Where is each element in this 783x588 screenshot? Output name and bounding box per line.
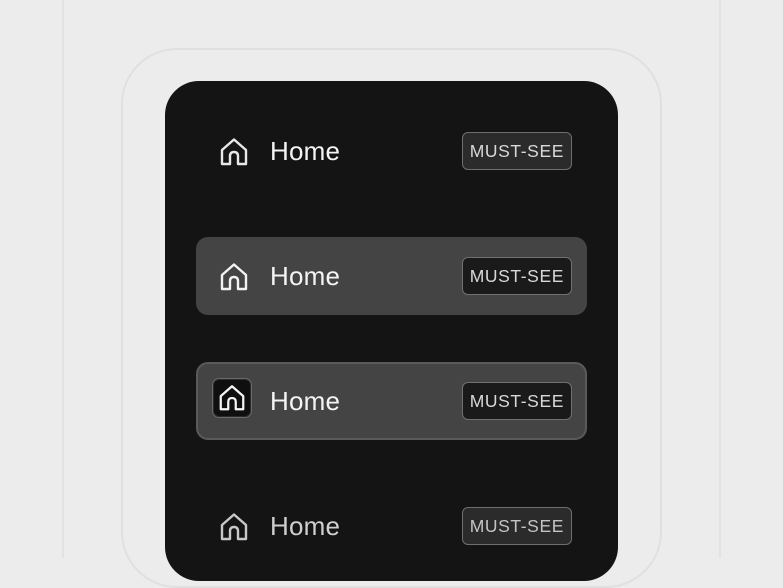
home-icon [212,378,252,418]
menu-item-home-focused[interactable]: Home MUST-SEE [196,362,587,440]
must-see-badge: MUST-SEE [461,382,572,420]
menu-item-label: Home [270,136,341,166]
home-icon [214,132,254,172]
must-see-badge: MUST-SEE [461,132,572,170]
menu-item-label: Home [270,511,341,541]
menu-item-home-disabled[interactable]: Home MUST-SEE [196,487,587,565]
menu-item-home-default[interactable]: Home MUST-SEE [196,112,587,190]
home-icon [214,507,254,547]
navigation-menu: Home MUST-SEE Home MUST-SEE Home MUST-SE… [165,81,618,581]
must-see-badge: MUST-SEE [461,507,572,545]
menu-item-label: Home [270,386,341,416]
home-icon [214,257,254,297]
must-see-badge: MUST-SEE [461,257,572,295]
menu-item-label: Home [270,261,341,291]
menu-item-home-hover[interactable]: Home MUST-SEE [196,237,587,315]
